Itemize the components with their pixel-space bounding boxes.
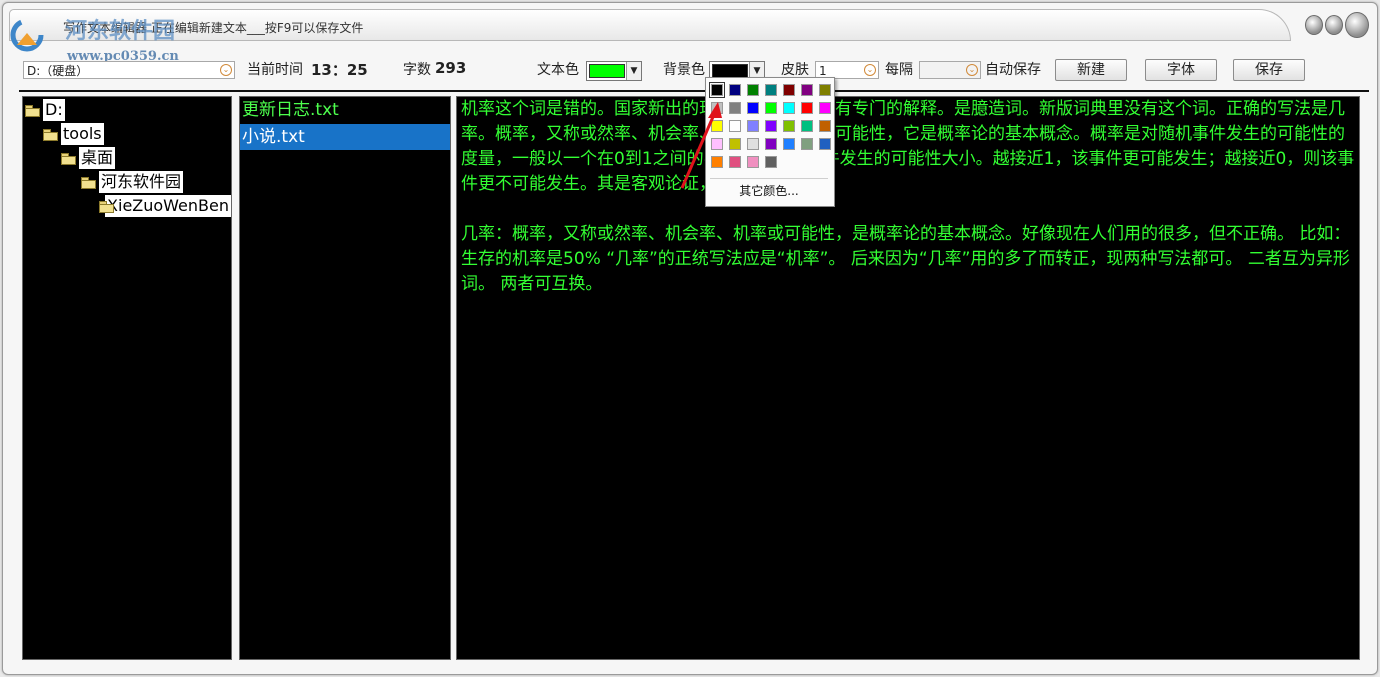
color-swatch[interactable] [783,138,795,150]
time-value: 13：25 [311,59,368,80]
chevron-down-icon[interactable]: ⌄ [220,64,232,76]
file-list[interactable]: 更新日志.txt 小说.txt [239,96,451,660]
tree-node-label: 河东软件园 [99,171,183,193]
file-item-novel[interactable]: 小说.txt [240,124,450,150]
color-swatch[interactable] [765,156,777,168]
text-editor[interactable]: 机率这个词是错的。国家新出的现代汉语词典中没有专门的解释。是臆造词。新版词典里没… [456,96,1360,660]
color-swatch[interactable] [747,138,759,150]
tree-node-hedong[interactable]: 河东软件园 [81,171,183,193]
interval-select[interactable]: ⌄ [919,61,981,79]
time-label: 当前时间 [247,59,303,79]
save-button[interactable]: 保存 [1233,59,1305,81]
text-color-picker[interactable]: ▼ [586,61,642,81]
folder-icon [25,105,39,116]
color-swatch[interactable] [801,84,813,96]
new-button[interactable]: 新建 [1055,59,1127,81]
color-swatch[interactable] [729,102,741,114]
color-swatch[interactable] [765,102,777,114]
toolbar: D:（硬盘） ⌄ 当前时间 13：25 字数 293 文本色 ▼ 背景色 ▼ 皮… [19,53,1371,89]
red-arrow-annotation-icon [660,96,730,196]
color-swatch[interactable] [747,156,759,168]
folder-tree[interactable]: D: tools 桌面 河东软件园 XieZuoWenBen [22,96,232,660]
drive-select[interactable]: D:（硬盘） ⌄ [23,61,235,79]
chevron-down-icon[interactable]: ⌄ [864,64,876,76]
folder-icon [43,129,57,140]
tree-node-label: D: [43,99,65,121]
color-swatch[interactable] [711,84,723,96]
word-count-value: 293 [435,59,466,77]
color-swatch[interactable] [729,138,741,150]
tree-node-label: tools [61,123,104,145]
color-swatch[interactable] [801,120,813,132]
folder-icon [81,177,95,188]
text-color-swatch [589,64,625,78]
color-swatch[interactable] [819,102,831,114]
interval-label: 每隔 [885,59,913,79]
drive-select-value: D:（硬盘） [27,64,88,78]
bg-color-label: 背景色 [663,59,705,79]
tree-node-desktop[interactable]: 桌面 [61,147,115,169]
tree-node-drive[interactable]: D: [25,99,65,121]
color-swatch[interactable] [765,120,777,132]
autosave-label: 自动保存 [985,59,1041,79]
watermark-text: 河东软件园 [65,13,175,45]
title-bar: 写作文本编辑器 正在编辑新建文本___按F9可以保存文件 河东软件园 www.p… [3,3,1377,41]
color-swatch[interactable] [765,84,777,96]
skin-label: 皮肤 [781,59,809,79]
color-swatch[interactable] [747,84,759,96]
color-swatch[interactable] [819,120,831,132]
file-item-changelog[interactable]: 更新日志.txt [240,97,450,123]
tree-node-tools[interactable]: tools [43,123,104,145]
color-swatch[interactable] [729,156,741,168]
color-swatch[interactable] [819,138,831,150]
editor-paragraph: 几率：概率，又称或然率、机会率、机率或可能性，是概率论的基本概念。好像现在人们用… [461,222,1355,297]
color-swatch[interactable] [783,102,795,114]
dropdown-arrow-icon[interactable]: ▼ [626,62,641,80]
color-swatch[interactable] [783,84,795,96]
tree-node-xiezuowenben[interactable]: XieZuoWenBen [99,195,231,217]
tree-node-label: 桌面 [79,147,115,169]
word-count-label: 字数 [403,59,431,79]
editor-blank-line [461,197,1355,222]
color-swatch[interactable] [801,138,813,150]
color-swatch[interactable] [729,84,741,96]
color-swatch[interactable] [819,84,831,96]
color-swatch[interactable] [747,102,759,114]
folder-icon [99,201,101,212]
editor-paragraph: 机率这个词是错的。国家新出的现代汉语词典中没有专门的解释。是臆造词。新版词典里没… [461,97,1355,197]
font-button[interactable]: 字体 [1145,59,1217,81]
close-button[interactable] [1345,12,1369,38]
text-color-label: 文本色 [537,59,579,79]
maximize-button[interactable] [1325,15,1343,35]
minimize-button[interactable] [1305,15,1323,35]
chevron-down-icon[interactable]: ⌄ [966,64,978,76]
folder-icon [61,153,75,164]
tree-node-label: XieZuoWenBen [105,195,231,217]
color-swatch[interactable] [747,120,759,132]
watermark-logo-icon [7,15,47,55]
toolbar-divider [19,90,1369,92]
color-swatch[interactable] [801,102,813,114]
bg-color-swatch [712,64,748,78]
color-swatch[interactable] [729,120,741,132]
editor-edge [1360,96,1368,660]
color-swatch[interactable] [783,120,795,132]
window-controls [1305,13,1369,37]
color-swatch[interactable] [765,138,777,150]
skin-select-value: 1 [819,64,827,78]
